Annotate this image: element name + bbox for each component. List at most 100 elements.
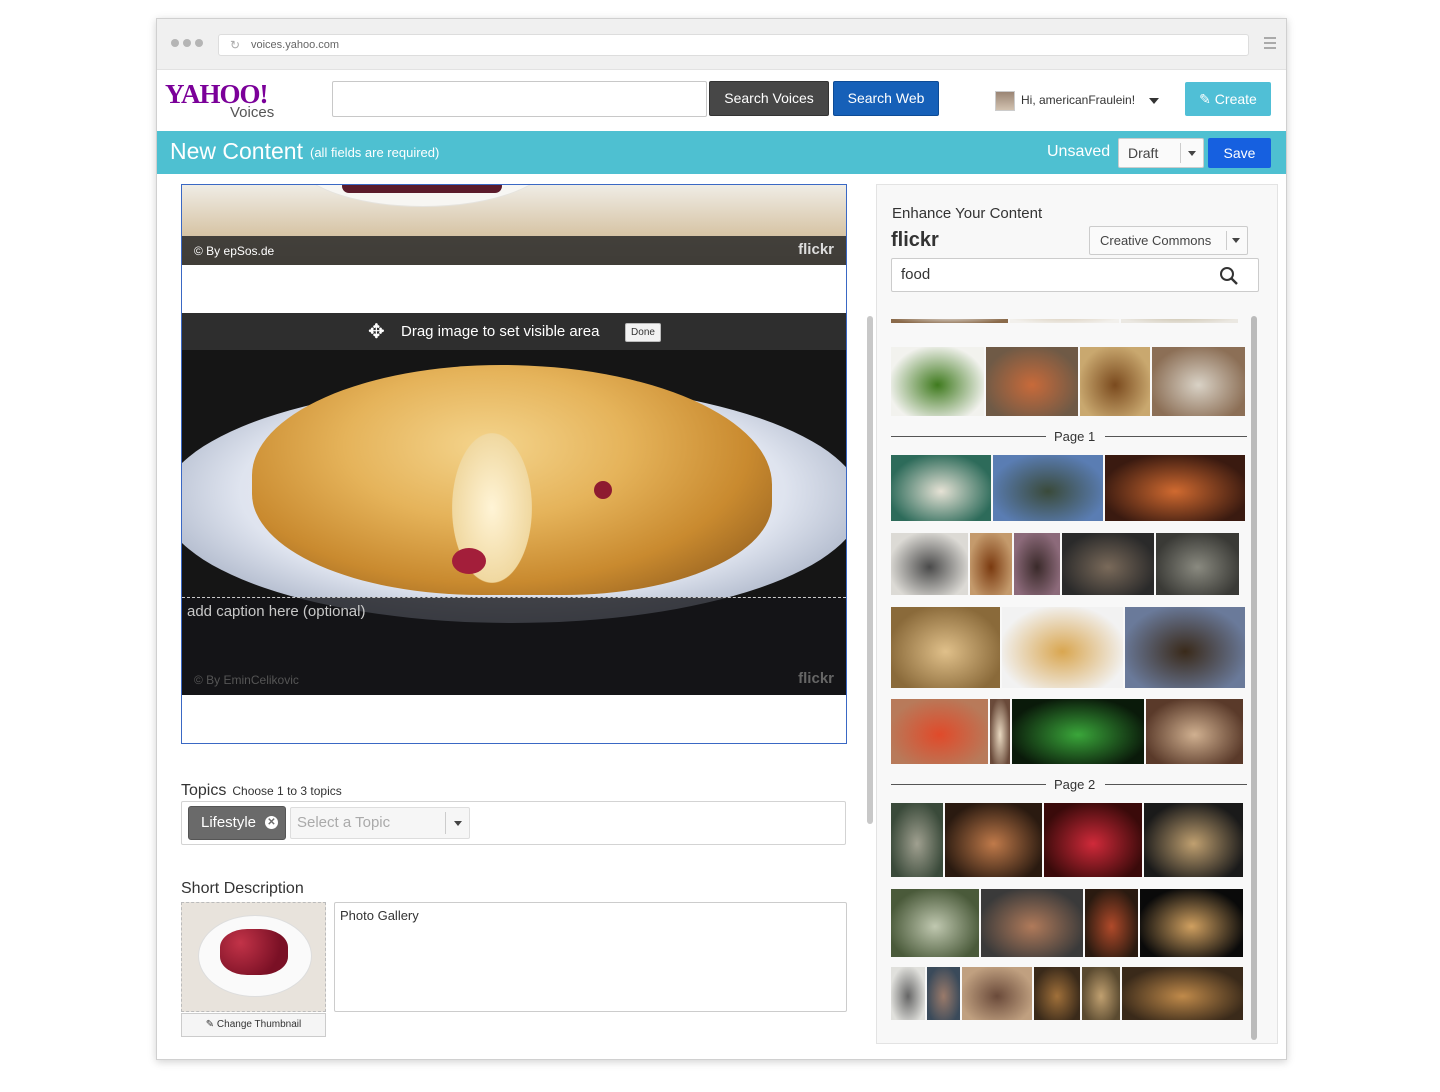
image-credit-bar: © By epSos.de flickr: [182, 236, 846, 265]
window-dot-icon[interactable]: [171, 39, 179, 47]
chevron-down-icon: [1232, 238, 1240, 243]
save-button[interactable]: Save: [1208, 138, 1271, 168]
create-label: Create: [1214, 91, 1257, 107]
topic-tag[interactable]: Lifestyle ✕: [188, 806, 286, 840]
caption-input[interactable]: add caption here (optional): [187, 603, 365, 620]
flickr-thumbnail[interactable]: [891, 803, 943, 877]
chevron-down-icon: [454, 821, 462, 826]
image-credit: © By EminCelikovic: [194, 673, 299, 687]
flickr-thumbnail[interactable]: [1010, 319, 1119, 323]
flickr-thumbnail[interactable]: [1144, 803, 1243, 877]
topics-title: Topics: [181, 782, 227, 799]
draft-select[interactable]: Draft: [1118, 138, 1204, 168]
flickr-thumbnail[interactable]: [891, 319, 1008, 323]
browser-chrome: ↻ voices.yahoo.com: [157, 19, 1286, 70]
create-button[interactable]: ✎ Create: [1185, 82, 1271, 116]
previous-image[interactable]: © By epSos.de flickr: [182, 185, 846, 265]
search-input[interactable]: [332, 81, 707, 117]
flickr-thumbnail[interactable]: [1002, 607, 1123, 688]
change-thumbnail-button[interactable]: ✎ Change Thumbnail: [181, 1013, 326, 1037]
search-web-button[interactable]: Search Web: [833, 81, 939, 116]
flickr-thumbnail[interactable]: [891, 889, 979, 957]
url-text: voices.yahoo.com: [251, 39, 340, 51]
chevron-down-icon[interactable]: [1149, 97, 1160, 104]
drag-hint-bar: ✥ Drag image to set visible area Done: [182, 313, 846, 350]
flickr-thumbnail[interactable]: [1014, 533, 1060, 595]
flickr-thumbnail[interactable]: [1034, 967, 1080, 1020]
flickr-thumbnail[interactable]: [993, 455, 1103, 521]
flickr-thumbnail[interactable]: [1105, 455, 1245, 521]
page-subtitle: (all fields are required): [310, 145, 440, 160]
flickr-thumbnail[interactable]: [891, 967, 925, 1020]
menu-icon[interactable]: [1264, 37, 1276, 52]
flickr-thumbnail[interactable]: [1146, 699, 1243, 764]
reload-icon[interactable]: ↻: [230, 35, 240, 55]
search-icon[interactable]: [1219, 266, 1239, 286]
flickr-thumbnail[interactable]: [1012, 699, 1144, 764]
flickr-thumbnail[interactable]: [1062, 533, 1154, 595]
flickr-thumbnail[interactable]: [891, 607, 1000, 688]
editor-scrollbar[interactable]: [867, 316, 873, 824]
flickr-thumbnail[interactable]: [1156, 533, 1239, 595]
edit-icon: ✎: [1199, 91, 1211, 107]
topic-select-placeholder: Select a Topic: [297, 814, 391, 831]
flickr-badge: flickr: [798, 670, 834, 687]
editor-pane: © By epSos.de flickr ✥ Drag image to set…: [157, 184, 877, 1059]
flickr-thumbnail[interactable]: [945, 803, 1042, 877]
flickr-thumbnail[interactable]: [891, 533, 968, 595]
change-thumbnail-label: Change Thumbnail: [216, 1019, 302, 1030]
flickr-search-input[interactable]: food: [891, 258, 1259, 292]
caption-area[interactable]: add caption here (optional) © By EminCel…: [182, 597, 846, 695]
window-dot-icon[interactable]: [183, 39, 191, 47]
page-label: Page 1: [1054, 429, 1096, 444]
flickr-thumbnail[interactable]: [891, 455, 991, 521]
browser-window: ↻ voices.yahoo.com YAHOO! Voices Search …: [156, 18, 1287, 1060]
flickr-thumbnail[interactable]: [981, 889, 1083, 957]
content-toolbar: New Content (all fields are required) Un…: [157, 131, 1286, 174]
window-dot-icon[interactable]: [195, 39, 203, 47]
flickr-thumbnail[interactable]: [1080, 347, 1150, 416]
flickr-thumbnail[interactable]: [1085, 889, 1138, 957]
flickr-thumbnail[interactable]: [1152, 347, 1245, 416]
editable-image[interactable]: ✥ Drag image to set visible area Done ad…: [182, 313, 846, 695]
enhance-pane: Enhance Your Content flickr Creative Com…: [876, 184, 1278, 1044]
license-select[interactable]: Creative Commons: [1089, 226, 1248, 255]
short-description-label: Short Description: [181, 880, 304, 897]
flickr-thumbnail[interactable]: [990, 699, 1010, 764]
flickr-badge: flickr: [798, 241, 834, 258]
flickr-thumbnail[interactable]: [962, 967, 1032, 1020]
flickr-thumbnail[interactable]: [1122, 967, 1243, 1020]
flickr-thumbnail[interactable]: [891, 699, 988, 764]
save-status: Unsaved: [1047, 143, 1111, 160]
image-edit-icon: ✎: [205, 1019, 215, 1030]
flickr-thumbnail[interactable]: [891, 347, 984, 416]
flickr-thumbnail[interactable]: [986, 347, 1078, 416]
topic-select[interactable]: Select a Topic: [290, 807, 470, 839]
logo-voices-text: Voices: [230, 104, 275, 121]
user-menu[interactable]: Hi, americanFraulein!: [995, 90, 1160, 111]
description-value: Photo Gallery: [340, 908, 419, 923]
flickr-thumbnail[interactable]: [1125, 607, 1245, 688]
search-voices-button[interactable]: Search Voices: [709, 81, 829, 116]
description-field[interactable]: Photo Gallery: [334, 902, 847, 1012]
flickr-thumbnail[interactable]: [927, 967, 960, 1020]
flickr-thumbnail[interactable]: [1121, 319, 1238, 323]
results-scrollbar[interactable]: [1251, 316, 1257, 1040]
close-icon[interactable]: ✕: [265, 816, 278, 829]
flickr-thumbnail[interactable]: [1140, 889, 1243, 957]
topics-field[interactable]: Lifestyle ✕ Select a Topic: [181, 801, 846, 845]
topics-hint: Choose 1 to 3 topics: [232, 784, 342, 798]
move-icon[interactable]: ✥: [368, 319, 385, 344]
image-block: © By epSos.de flickr ✥ Drag image to set…: [181, 184, 847, 744]
flickr-thumbnail[interactable]: [970, 533, 1012, 595]
draft-select-value: Draft: [1128, 145, 1159, 161]
page-divider: Page 2: [891, 777, 1247, 792]
done-button[interactable]: Done: [625, 323, 661, 342]
yahoo-voices-logo[interactable]: YAHOO! Voices: [165, 81, 285, 122]
flickr-thumbnail[interactable]: [1082, 967, 1120, 1020]
avatar: [995, 90, 1015, 111]
thumbnail-image: [181, 902, 326, 1012]
flickr-thumbnail[interactable]: [1044, 803, 1142, 877]
address-bar[interactable]: ↻ voices.yahoo.com: [218, 34, 1249, 56]
page-label: Page 2: [1054, 777, 1096, 792]
